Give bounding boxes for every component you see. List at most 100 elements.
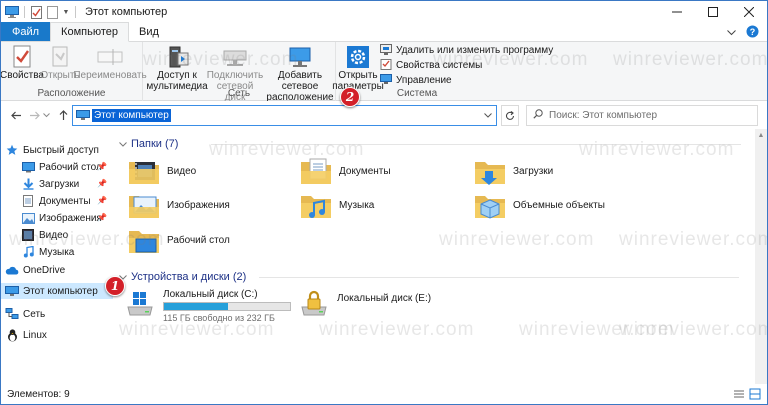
locked-drive-icon (299, 289, 329, 319)
section-drives[interactable]: Устройства и диски (2) (119, 269, 749, 285)
explorer-window: ▼ Этот компьютер Файл Компьютер Вид ? Св… (0, 0, 768, 405)
rename-icon (95, 44, 125, 70)
rename-button[interactable]: Переименовать (73, 44, 147, 81)
ribbon-group-network: Доступ к мультимедиа Подключить сетевой … (143, 42, 336, 103)
media-access-button[interactable]: Доступ к мультимедиа (146, 44, 208, 92)
separator (24, 6, 25, 18)
properties-icon[interactable] (30, 5, 44, 19)
ribbon: Свойства Открыть Переименовать Расположе… (1, 42, 767, 103)
window-title: Этот компьютер (85, 6, 168, 18)
close-button[interactable] (731, 1, 767, 23)
window-controls (659, 1, 767, 23)
ribbon-group-location: Свойства Открыть Переименовать Расположе… (1, 42, 147, 101)
minimize-button[interactable] (659, 1, 695, 23)
folder-downloads[interactable]: Загрузки (473, 156, 553, 186)
uninstall-program-button[interactable]: Удалить или изменить программу (380, 43, 553, 58)
open-icon (45, 44, 75, 70)
folder-desktop[interactable]: Рабочий стол (127, 225, 230, 255)
title-bar: ▼ Этот компьютер (1, 1, 767, 23)
pin-icon[interactable]: 📌 (97, 162, 107, 171)
pictures-folder-icon (127, 190, 161, 220)
nav-item-documents[interactable]: Документы 📌 (21, 193, 113, 209)
nav-item-desktop[interactable]: Рабочий стол 📌 (21, 159, 113, 175)
folder-video[interactable]: Видео (127, 156, 196, 186)
drive-c-usage-fill (164, 303, 228, 310)
manage-button[interactable]: Управление (380, 73, 553, 87)
separator (75, 6, 76, 18)
address-row: Этот компьютер Поиск: Этот компьютер (1, 101, 767, 129)
navigation-pane: Быстрый доступ Рабочий стол 📌 Загрузки 📌… (1, 129, 113, 384)
address-bar[interactable]: Этот компьютер (72, 105, 497, 126)
nav-quick-access[interactable]: Быстрый доступ (5, 142, 113, 158)
section-divider (259, 277, 739, 278)
pc-icon (5, 5, 19, 19)
back-button[interactable] (7, 105, 25, 125)
folder-3d-objects[interactable]: Объемные объекты (473, 190, 605, 220)
folder-music[interactable]: Музыка (299, 190, 374, 220)
tab-view[interactable]: Вид (129, 22, 169, 41)
properties-button[interactable]: Свойства (1, 44, 44, 81)
nav-item-pictures[interactable]: Изображения 📌 (21, 210, 113, 226)
vertical-scrollbar[interactable]: ▲ (755, 129, 767, 384)
section-divider (211, 144, 741, 145)
svg-text:?: ? (750, 27, 756, 37)
pin-icon[interactable]: 📌 (97, 196, 107, 205)
network-icon (5, 307, 19, 321)
details-view-icon[interactable] (733, 388, 745, 400)
folder-pictures[interactable]: Изображения (127, 190, 230, 220)
nav-item-downloads[interactable]: Загрузки 📌 (21, 176, 113, 192)
document-icon (21, 194, 35, 208)
content-pane: Папки (7) Видео Документы Загрузки Изобр… (113, 129, 755, 384)
uninstall-icon (380, 43, 392, 58)
tab-computer[interactable]: Компьютер (50, 22, 129, 42)
nav-this-pc[interactable]: Этот компьютер (1, 283, 113, 299)
drive-e-info: Локальный диск (E:) (337, 289, 431, 304)
documents-folder-icon (299, 156, 333, 186)
system-properties-button[interactable]: Свойства системы (380, 58, 553, 72)
tiles-view-icon[interactable] (749, 388, 761, 400)
search-box[interactable]: Поиск: Этот компьютер (526, 105, 758, 126)
pin-icon[interactable]: 📌 (97, 179, 107, 188)
open-settings-button[interactable]: Открыть параметры (332, 44, 384, 92)
nav-onedrive[interactable]: OneDrive (5, 262, 113, 278)
expand-ribbon-icon[interactable] (727, 27, 736, 39)
tab-file[interactable]: Файл (1, 22, 51, 41)
drive-c-info: Локальный диск (C:) 115 ГБ свободно из 2… (163, 289, 291, 323)
maximize-button[interactable] (695, 1, 731, 23)
section-folders[interactable]: Папки (7) (119, 136, 749, 152)
scroll-up-icon[interactable]: ▲ (755, 129, 767, 141)
drive-e[interactable]: Локальный диск (E:) (299, 289, 431, 319)
recent-locations-button[interactable] (41, 105, 51, 125)
folder-documents[interactable]: Документы (299, 156, 391, 186)
music-icon (21, 245, 35, 259)
network-drive-icon (220, 44, 250, 70)
group-label-system: Система (396, 88, 438, 99)
up-button[interactable] (54, 105, 72, 125)
desktop-icon (21, 160, 35, 174)
nav-network[interactable]: Сеть (5, 306, 113, 322)
search-placeholder: Поиск: Этот компьютер (549, 110, 658, 121)
address-value[interactable]: Этот компьютер (92, 109, 171, 122)
address-dropdown-icon[interactable] (484, 110, 492, 120)
nav-item-music[interactable]: Музыка (21, 244, 113, 260)
help-icon[interactable]: ? (746, 25, 759, 41)
drive-c[interactable]: Локальный диск (C:) 115 ГБ свободно из 2… (125, 289, 291, 323)
nav-linux[interactable]: Linux (5, 327, 113, 343)
new-folder-icon[interactable] (46, 5, 60, 19)
windows-drive-icon (125, 289, 155, 319)
search-icon (533, 109, 543, 122)
settings-gear-icon (343, 44, 373, 70)
refresh-button[interactable] (501, 105, 519, 126)
pin-icon[interactable]: 📌 (97, 213, 107, 222)
downloads-folder-icon (473, 156, 507, 186)
drive-c-free-space: 115 ГБ свободно из 232 ГБ (163, 313, 275, 323)
video-icon (21, 228, 35, 242)
ribbon-group-system: Открыть параметры Удалить или изменить п… (332, 42, 766, 101)
pc-icon (5, 284, 19, 298)
chevron-down-icon[interactable]: ▼ (62, 5, 70, 19)
nav-item-videos[interactable]: Видео (21, 227, 113, 243)
item-count: Элементов: 9 (7, 388, 70, 400)
cloud-icon (5, 263, 19, 277)
video-folder-icon (127, 156, 161, 186)
status-bar: Элементов: 9 (1, 384, 767, 404)
